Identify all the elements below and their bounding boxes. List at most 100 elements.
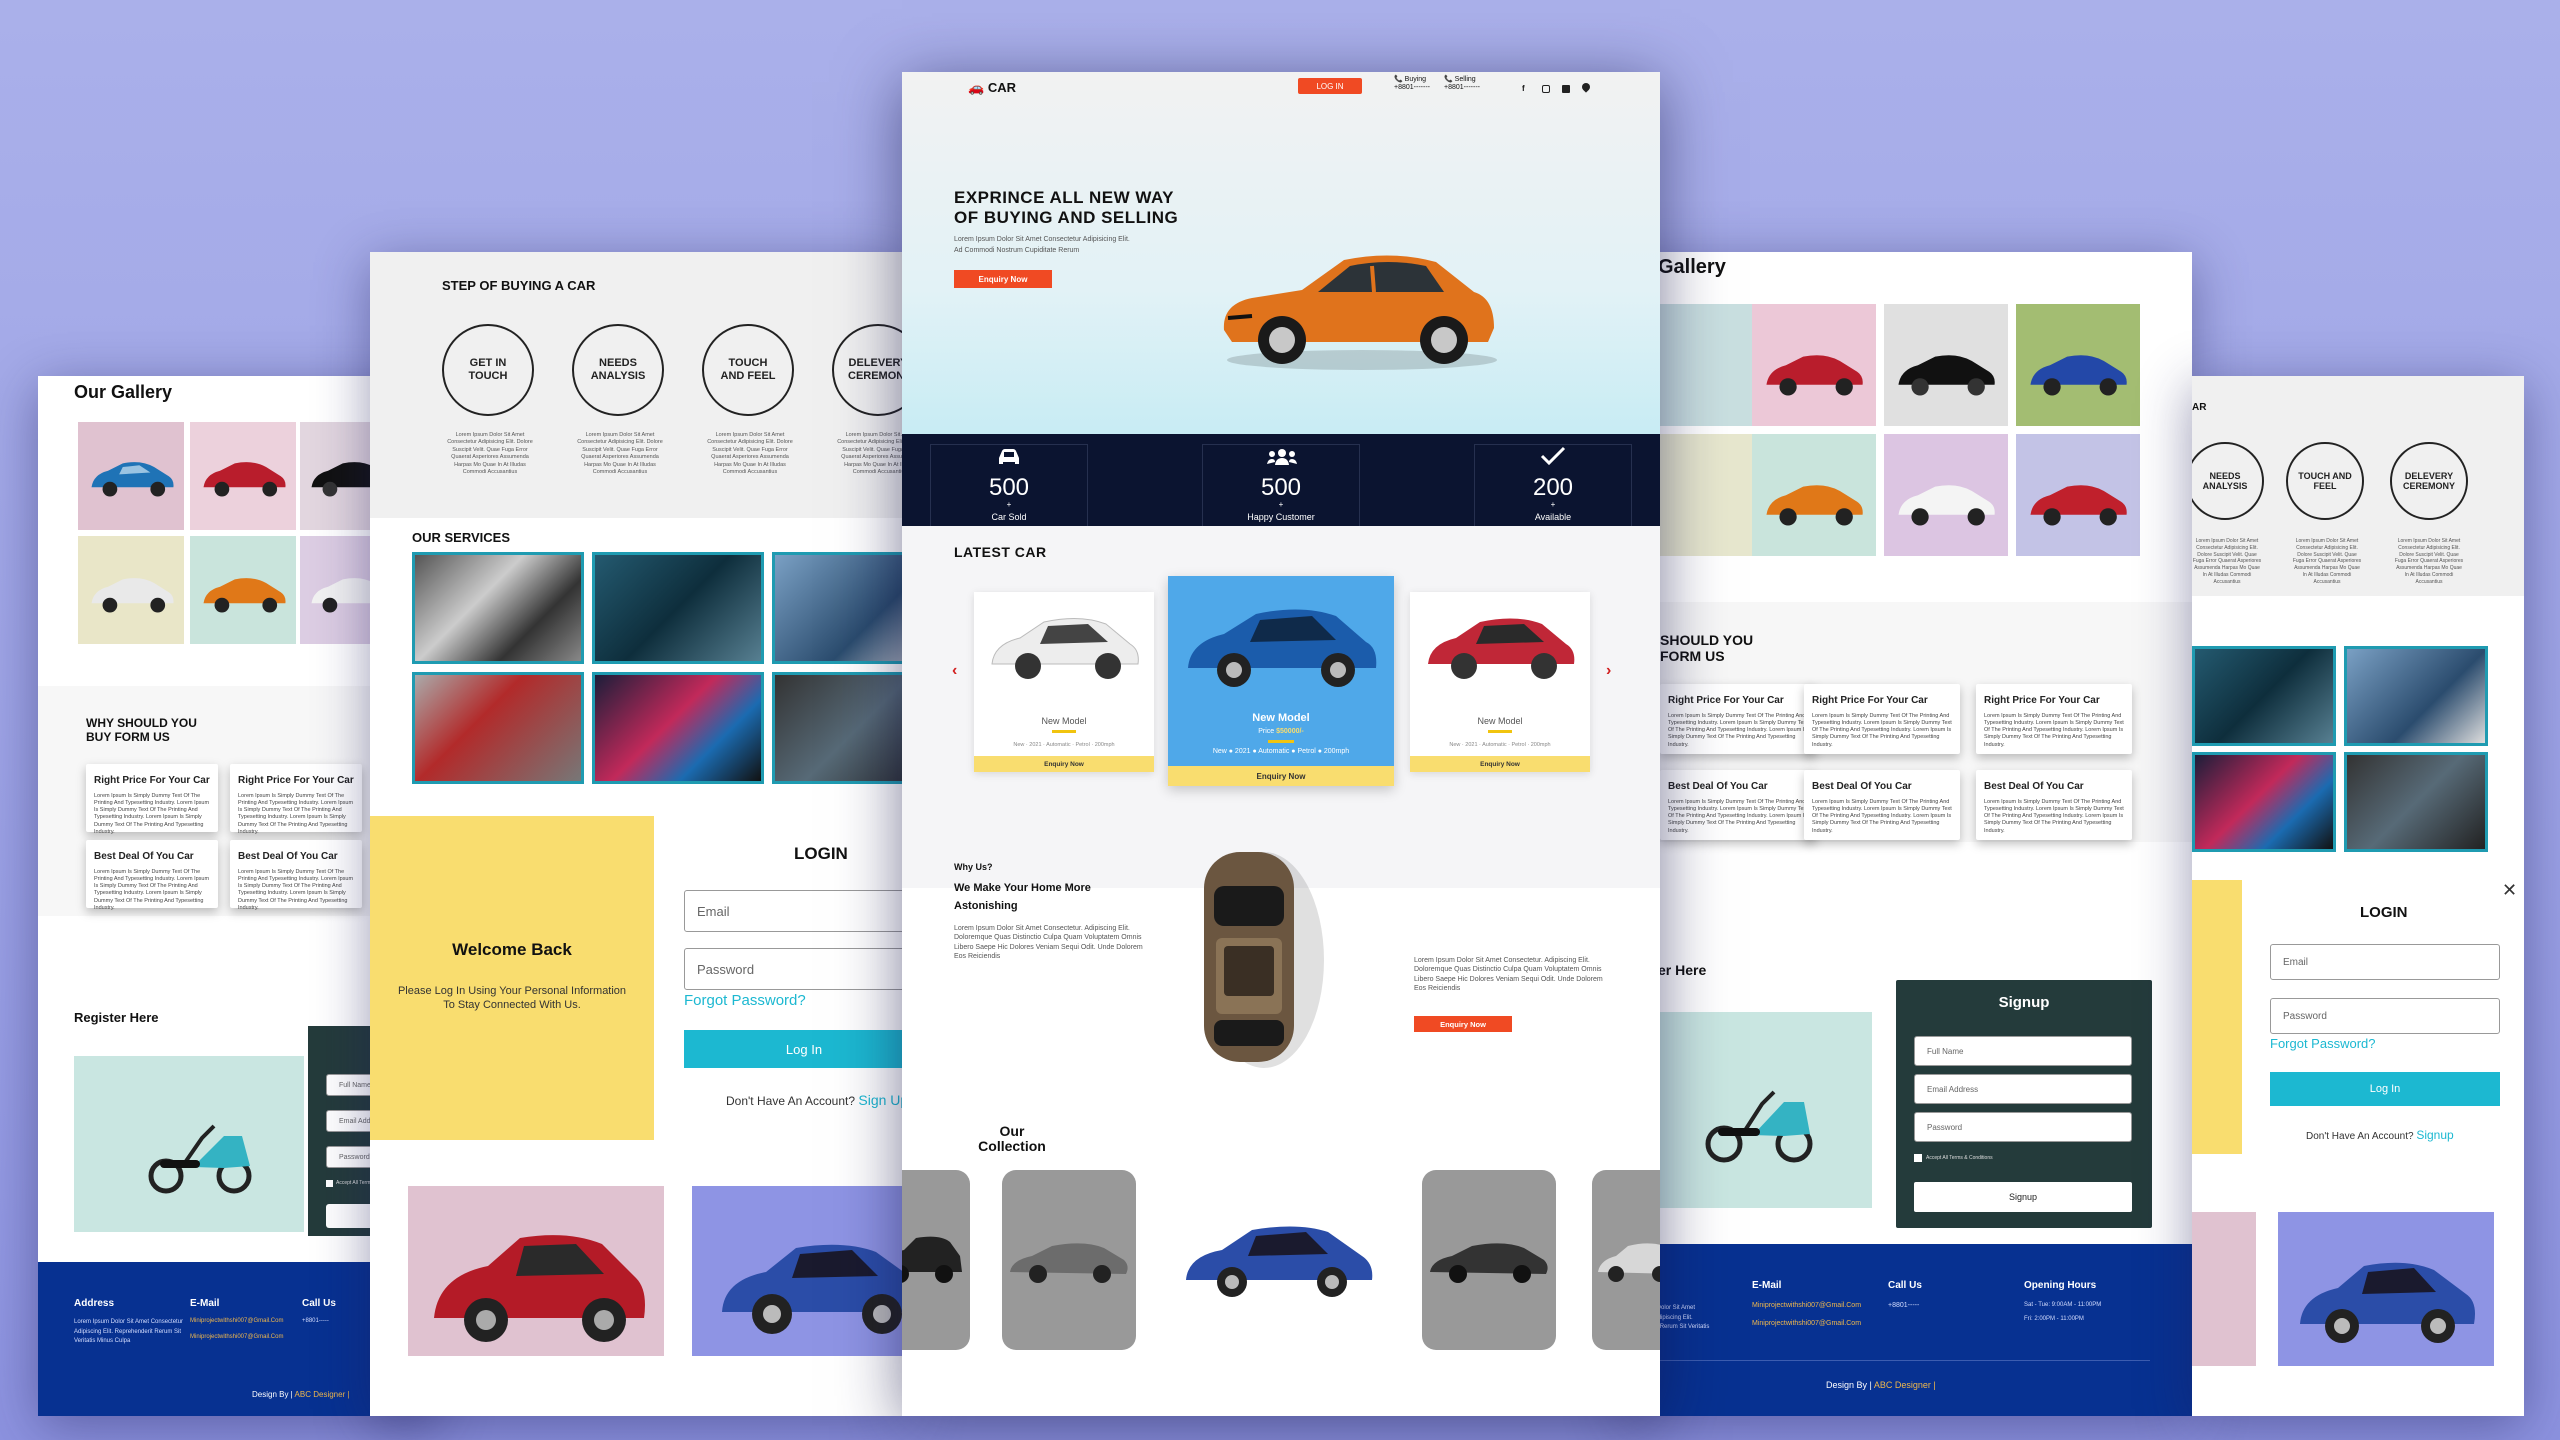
stat-plus: + (1278, 500, 1284, 509)
footer-address-text: Lorem Ipsum Dolor Sit Amet Consectetur A… (74, 1319, 184, 1345)
service-tile[interactable] (2344, 752, 2488, 852)
forgot-password-link[interactable]: Forgot Password? (2270, 1036, 2376, 1051)
gallery-car (86, 456, 178, 500)
car-icon (996, 448, 1022, 466)
car-card[interactable]: New Model New · 2021 · Automatic · Petro… (974, 592, 1154, 772)
footer-email-link[interactable]: Miniprojectwithshi007@Gmail.Com (190, 1318, 283, 1324)
steps-title: STEP OF BUYING A CAR (442, 278, 596, 293)
gallery-car (2024, 478, 2132, 528)
welcome-title: Welcome Back (452, 940, 572, 959)
car-card-featured[interactable]: New Model Price $50000/- New ● 2021 ● Au… (1168, 576, 1394, 786)
stat-label: Available (1534, 512, 1572, 522)
footer-hours-line: Sat - Tue: 9:00AM - 11:00PM (2024, 1302, 2102, 1308)
feature-card: Best Deal Of You Car Lorem Ipsum Is Simpl… (1660, 770, 1816, 840)
register-image (1658, 1012, 1872, 1208)
email-input[interactable]: Email (2270, 944, 2500, 980)
login-button[interactable]: Log In (2270, 1072, 2500, 1106)
service-tile[interactable] (412, 552, 584, 664)
car-name: New Model (1041, 716, 1087, 726)
password-input[interactable]: Password (684, 948, 910, 990)
hero-car (1212, 242, 1502, 372)
fullname-input[interactable]: Full Name (1914, 1036, 2132, 1066)
gallery-title: Our Gallery (74, 382, 173, 402)
login-button[interactable]: Log In (684, 1030, 910, 1068)
terms-checkbox[interactable] (1914, 1154, 1922, 1162)
enquiry-button[interactable]: Enquiry Now (1168, 766, 1394, 786)
enquiry-button[interactable]: Enquiry Now (1410, 756, 1590, 772)
email-input[interactable]: Email Address (1914, 1074, 2132, 1104)
car-logo-icon: 🚗 (968, 80, 985, 95)
gallery-car (198, 572, 290, 616)
forgot-password-link[interactable]: Forgot Password? (684, 992, 806, 1009)
service-tile[interactable] (412, 672, 584, 784)
signup-title: Signup (1998, 994, 2050, 1011)
collection-car-featured[interactable] (1178, 1214, 1378, 1310)
collection-tile[interactable] (408, 1186, 664, 1356)
register-image (74, 1056, 304, 1232)
car-specs: New · 2021 · Automatic · Petrol · 200mph (1013, 742, 1115, 748)
feature-card: Best Deal Of You Car Lorem Ipsum Is Simpl… (230, 840, 362, 911)
linkedin-icon[interactable] (1562, 85, 1570, 93)
service-tile[interactable] (592, 552, 764, 664)
stats-bar: 500 500 200 + + + Car Sold Happy Custome… (902, 434, 1660, 526)
footer-address-title: Address (74, 1298, 115, 1309)
signup-link[interactable]: Sign Up (858, 1092, 908, 1108)
feature-card: Best Deal Of You Car Lorem Ipsum Is Simpl… (1804, 770, 1960, 840)
no-account-text: Don't Have An Account? Sign Up (726, 1092, 909, 1108)
logo[interactable]: 🚗 CAR (968, 80, 1016, 96)
phone-icon: 📞 (1394, 76, 1403, 83)
users-icon (1266, 448, 1298, 466)
footer-credit: Design By | ABC Designer | (1826, 1380, 1936, 1390)
facebook-icon[interactable]: f (1522, 84, 1525, 93)
service-tile[interactable] (2344, 646, 2488, 746)
password-input[interactable]: Password (2270, 998, 2500, 1034)
footer-credit: Design By | ABC Designer | (252, 1390, 350, 1399)
enquiry-button[interactable]: Enquiry Now (954, 270, 1052, 288)
car-card[interactable]: New Model New · 2021 · Automatic · Petro… (1410, 592, 1590, 772)
service-tile[interactable] (772, 552, 910, 664)
step-circle: TOUCH AND FEEL (2286, 442, 2364, 520)
instagram-icon[interactable] (1542, 85, 1550, 93)
feature-card: Right Price For Your Car Lorem Ipsum Is S… (1976, 684, 2132, 754)
signup-button[interactable]: Signup (1914, 1182, 2132, 1212)
car-name: New Model (1477, 716, 1523, 726)
service-tile[interactable] (592, 672, 764, 784)
login-page-right: AR NEEDS ANALYSIS TOUCH AND FEEL DELEVER… (2192, 376, 2524, 1416)
collection-tile[interactable] (2278, 1212, 2494, 1366)
rating-stars (1488, 730, 1512, 733)
welcome-panel (2192, 880, 2242, 1154)
footer-phone: +8801----- (302, 1318, 329, 1324)
signup-link[interactable]: Signup (2416, 1128, 2453, 1142)
footer-email-link[interactable]: Miniprojectwithshi007@Gmail.Com (190, 1334, 283, 1340)
footer-email-link[interactable]: Miniprojectwithshi007@Gmail.Com (1752, 1320, 1861, 1327)
login-button[interactable]: LOG IN (1298, 78, 1362, 94)
car-price: Price $50000/- (1258, 728, 1304, 735)
collection-car (1596, 1238, 1660, 1288)
carousel-next-icon[interactable]: › (1606, 662, 1611, 680)
terms-checkbox[interactable] (326, 1180, 333, 1187)
carousel-prev-icon[interactable]: ‹ (952, 662, 957, 680)
footer-call-title: Call Us (302, 1298, 336, 1309)
close-icon[interactable]: ✕ (2502, 880, 2517, 901)
email-input[interactable]: Email (684, 890, 910, 932)
password-input[interactable]: Password (1914, 1112, 2132, 1142)
enquiry-button[interactable]: Enquiry Now (1414, 1016, 1512, 1032)
collection-tile[interactable] (692, 1186, 910, 1356)
enquiry-button[interactable]: Enquiry Now (974, 756, 1154, 772)
service-tile[interactable] (2192, 752, 2336, 852)
collection-car (1006, 1238, 1130, 1288)
hero-title: EXPRINCE ALL NEW WAY OF BUYING AND SELLIN… (954, 188, 1179, 227)
car-specs: New ● 2021 ● Automatic ● Petrol ● 200mph (1212, 748, 1350, 755)
step-desc: Lorem Ipsum Dolor Sit Amet Consectetur A… (707, 432, 793, 476)
service-tile[interactable] (772, 672, 910, 784)
signup-panel: Signup Full Name Email Address Password … (1896, 980, 2152, 1228)
stat-value: 500 (1260, 474, 1302, 501)
gallery-page-right: Gallery SHOULD YOU FORM US Right Price Fo… (1620, 252, 2192, 1416)
feature-card: Right Price For Your Car Lorem Ipsum Is S… (230, 764, 362, 835)
collection-tile[interactable] (2192, 1212, 2256, 1366)
why-body: Lorem Ipsum Dolor Sit Amet Consectetur. … (954, 925, 1143, 961)
step-circle: TOUCH AND FEEL (702, 324, 794, 416)
service-tile[interactable] (2192, 646, 2336, 746)
step-circle: GET IN TOUCH (442, 324, 534, 416)
footer-email-link[interactable]: Miniprojectwithshi007@Gmail.Com (1752, 1302, 1861, 1309)
